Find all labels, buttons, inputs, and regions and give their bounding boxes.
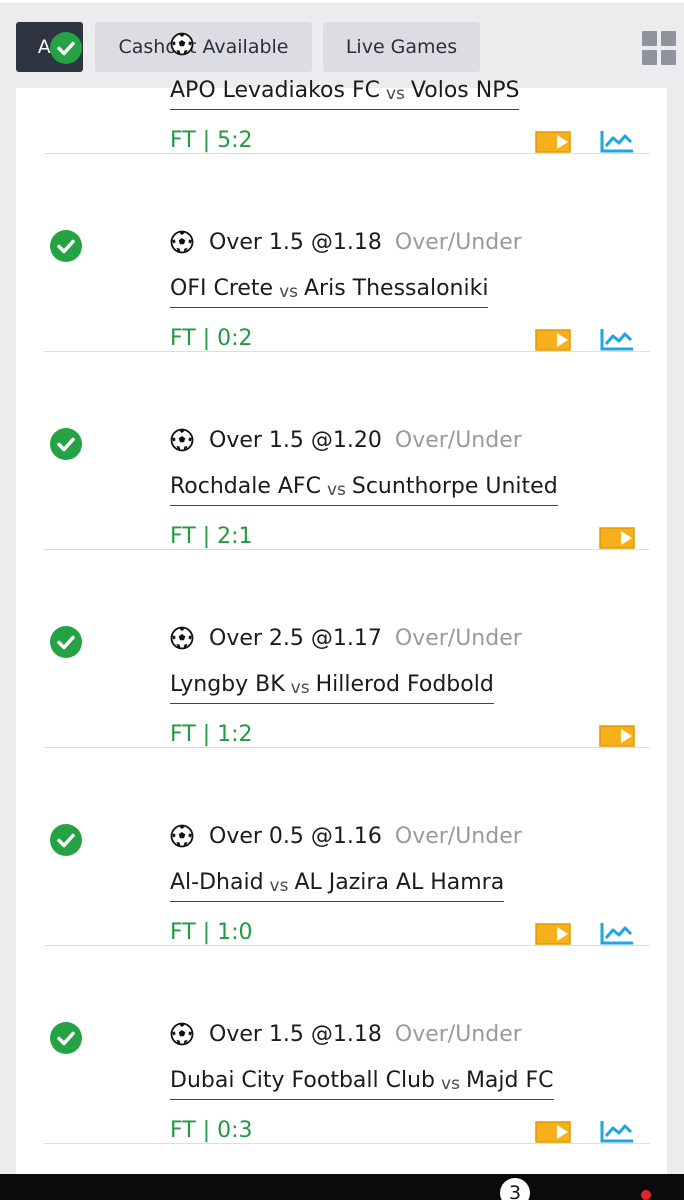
bet-item[interactable]: Over 1.5 @1.20 Over/Under Rochdale AFC v… bbox=[44, 352, 650, 550]
won-check-icon bbox=[50, 32, 82, 64]
match-link[interactable]: Lyngby BK vs Hillerod Fodbold bbox=[170, 668, 494, 704]
away-team: Volos NPS bbox=[410, 78, 520, 104]
won-check-icon bbox=[50, 626, 82, 658]
home-team: Lyngby BK bbox=[170, 672, 285, 698]
match-video-icon[interactable] bbox=[535, 923, 571, 945]
vs-label: vs bbox=[326, 480, 346, 501]
match-video-icon[interactable] bbox=[599, 527, 635, 549]
away-team: AL Jazira AL Hamra bbox=[294, 870, 505, 896]
match-link[interactable]: APO Levadiakos FC vs Volos NPS bbox=[170, 74, 520, 110]
match-link[interactable]: Dubai City Football Club vs Majd FC bbox=[170, 1064, 554, 1100]
won-check-icon bbox=[50, 1022, 82, 1054]
match-result: FT | 5:2 bbox=[170, 127, 253, 153]
vs-label: vs bbox=[290, 678, 310, 699]
match-result: FT | 0:3 bbox=[170, 1117, 253, 1143]
won-check-icon bbox=[50, 824, 82, 856]
bet-item[interactable]: Over 1.5 @1.18 Over/Under Dubai City Foo… bbox=[44, 946, 650, 1144]
bet-selection: Over 0.5 @1.16 bbox=[209, 823, 382, 849]
match-result: FT | 2:1 bbox=[170, 523, 253, 549]
bet-slip-count-badge[interactable]: 3 bbox=[500, 1178, 530, 1200]
bet-selection-line: Over 1.5 @1.20 Over/Under bbox=[170, 422, 522, 458]
bet-market: Over/Under bbox=[394, 1021, 522, 1047]
notification-dot-icon bbox=[641, 1190, 651, 1200]
won-check-icon bbox=[50, 428, 82, 460]
match-link[interactable]: Al-Dhaid vs AL Jazira AL Hamra bbox=[170, 866, 505, 902]
bet-selection-line: Over 2.5 @1.17 Over/Under bbox=[170, 620, 522, 656]
bet-selection-line: Over 1.5 @1.18 Over/Under bbox=[170, 1016, 522, 1052]
soccer-ball-icon bbox=[170, 824, 194, 848]
vs-label: vs bbox=[269, 876, 289, 897]
bet-selection: Over 1.5 @1.18 bbox=[209, 229, 382, 255]
stats-chart-icon[interactable] bbox=[599, 920, 635, 948]
home-team: Rochdale AFC bbox=[170, 474, 321, 500]
bet-selection: Over 2.5 @1.17 bbox=[209, 625, 382, 651]
bet-item[interactable]: Over 1.5 @1.18 Over/Under OFI Crete vs A… bbox=[44, 154, 650, 352]
home-team: Al-Dhaid bbox=[170, 870, 264, 896]
bet-item[interactable]: APO Levadiakos FC vs Volos NPS FT | 5:2 bbox=[44, 0, 650, 154]
vs-label: vs bbox=[441, 1074, 460, 1095]
home-team: APO Levadiakos FC bbox=[170, 78, 380, 104]
bet-selection: Over 1.5 @1.20 bbox=[209, 427, 382, 453]
away-team: Hillerod Fodbold bbox=[315, 672, 494, 698]
bet-selection: Over 1.5 @1.18 bbox=[209, 1021, 382, 1047]
match-link[interactable]: OFI Crete vs Aris Thessaloniki bbox=[170, 272, 489, 308]
bet-market: Over/Under bbox=[394, 427, 522, 453]
match-video-icon[interactable] bbox=[535, 1121, 571, 1143]
stats-chart-icon[interactable] bbox=[599, 326, 635, 354]
away-team: Majd FC bbox=[465, 1068, 554, 1094]
away-team: Aris Thessaloniki bbox=[304, 276, 489, 302]
bottom-navigation-bar: 3 bbox=[0, 1174, 684, 1200]
bet-market: Over/Under bbox=[394, 229, 522, 255]
bet-item[interactable]: Over 0.5 @1.16 Over/Under Al-Dhaid vs AL… bbox=[44, 748, 650, 946]
bet-selection-line bbox=[170, 26, 222, 62]
stats-chart-icon[interactable] bbox=[599, 128, 635, 156]
won-check-icon bbox=[50, 230, 82, 262]
match-result: FT | 0:2 bbox=[170, 325, 253, 351]
bet-selection-line: Over 0.5 @1.16 Over/Under bbox=[170, 818, 522, 854]
soccer-ball-icon bbox=[170, 32, 194, 56]
home-team: Dubai City Football Club bbox=[170, 1068, 436, 1094]
vs-label: vs bbox=[279, 282, 298, 303]
soccer-ball-icon bbox=[170, 1022, 194, 1046]
soccer-ball-icon bbox=[170, 230, 194, 254]
stats-chart-icon[interactable] bbox=[599, 1118, 635, 1146]
match-video-icon[interactable] bbox=[535, 131, 571, 153]
bet-selection-line: Over 1.5 @1.18 Over/Under bbox=[170, 224, 522, 260]
match-link[interactable]: Rochdale AFC vs Scunthorpe United bbox=[170, 470, 558, 506]
bet-history-card: APO Levadiakos FC vs Volos NPS FT | 5:2 … bbox=[16, 32, 667, 1174]
away-team: Scunthorpe United bbox=[351, 474, 558, 500]
bet-market: Over/Under bbox=[394, 625, 522, 651]
vs-label: vs bbox=[385, 84, 405, 105]
match-video-icon[interactable] bbox=[535, 329, 571, 351]
bet-list[interactable]: APO Levadiakos FC vs Volos NPS FT | 5:2 … bbox=[16, 0, 667, 1144]
match-result: FT | 1:0 bbox=[170, 919, 253, 945]
soccer-ball-icon bbox=[170, 626, 194, 650]
bet-market: Over/Under bbox=[394, 823, 522, 849]
bet-item[interactable]: Over 2.5 @1.17 Over/Under Lyngby BK vs H… bbox=[44, 550, 650, 748]
home-team: OFI Crete bbox=[170, 276, 274, 302]
match-result: FT | 1:2 bbox=[170, 721, 253, 747]
match-video-icon[interactable] bbox=[599, 725, 635, 747]
soccer-ball-icon bbox=[170, 428, 194, 452]
